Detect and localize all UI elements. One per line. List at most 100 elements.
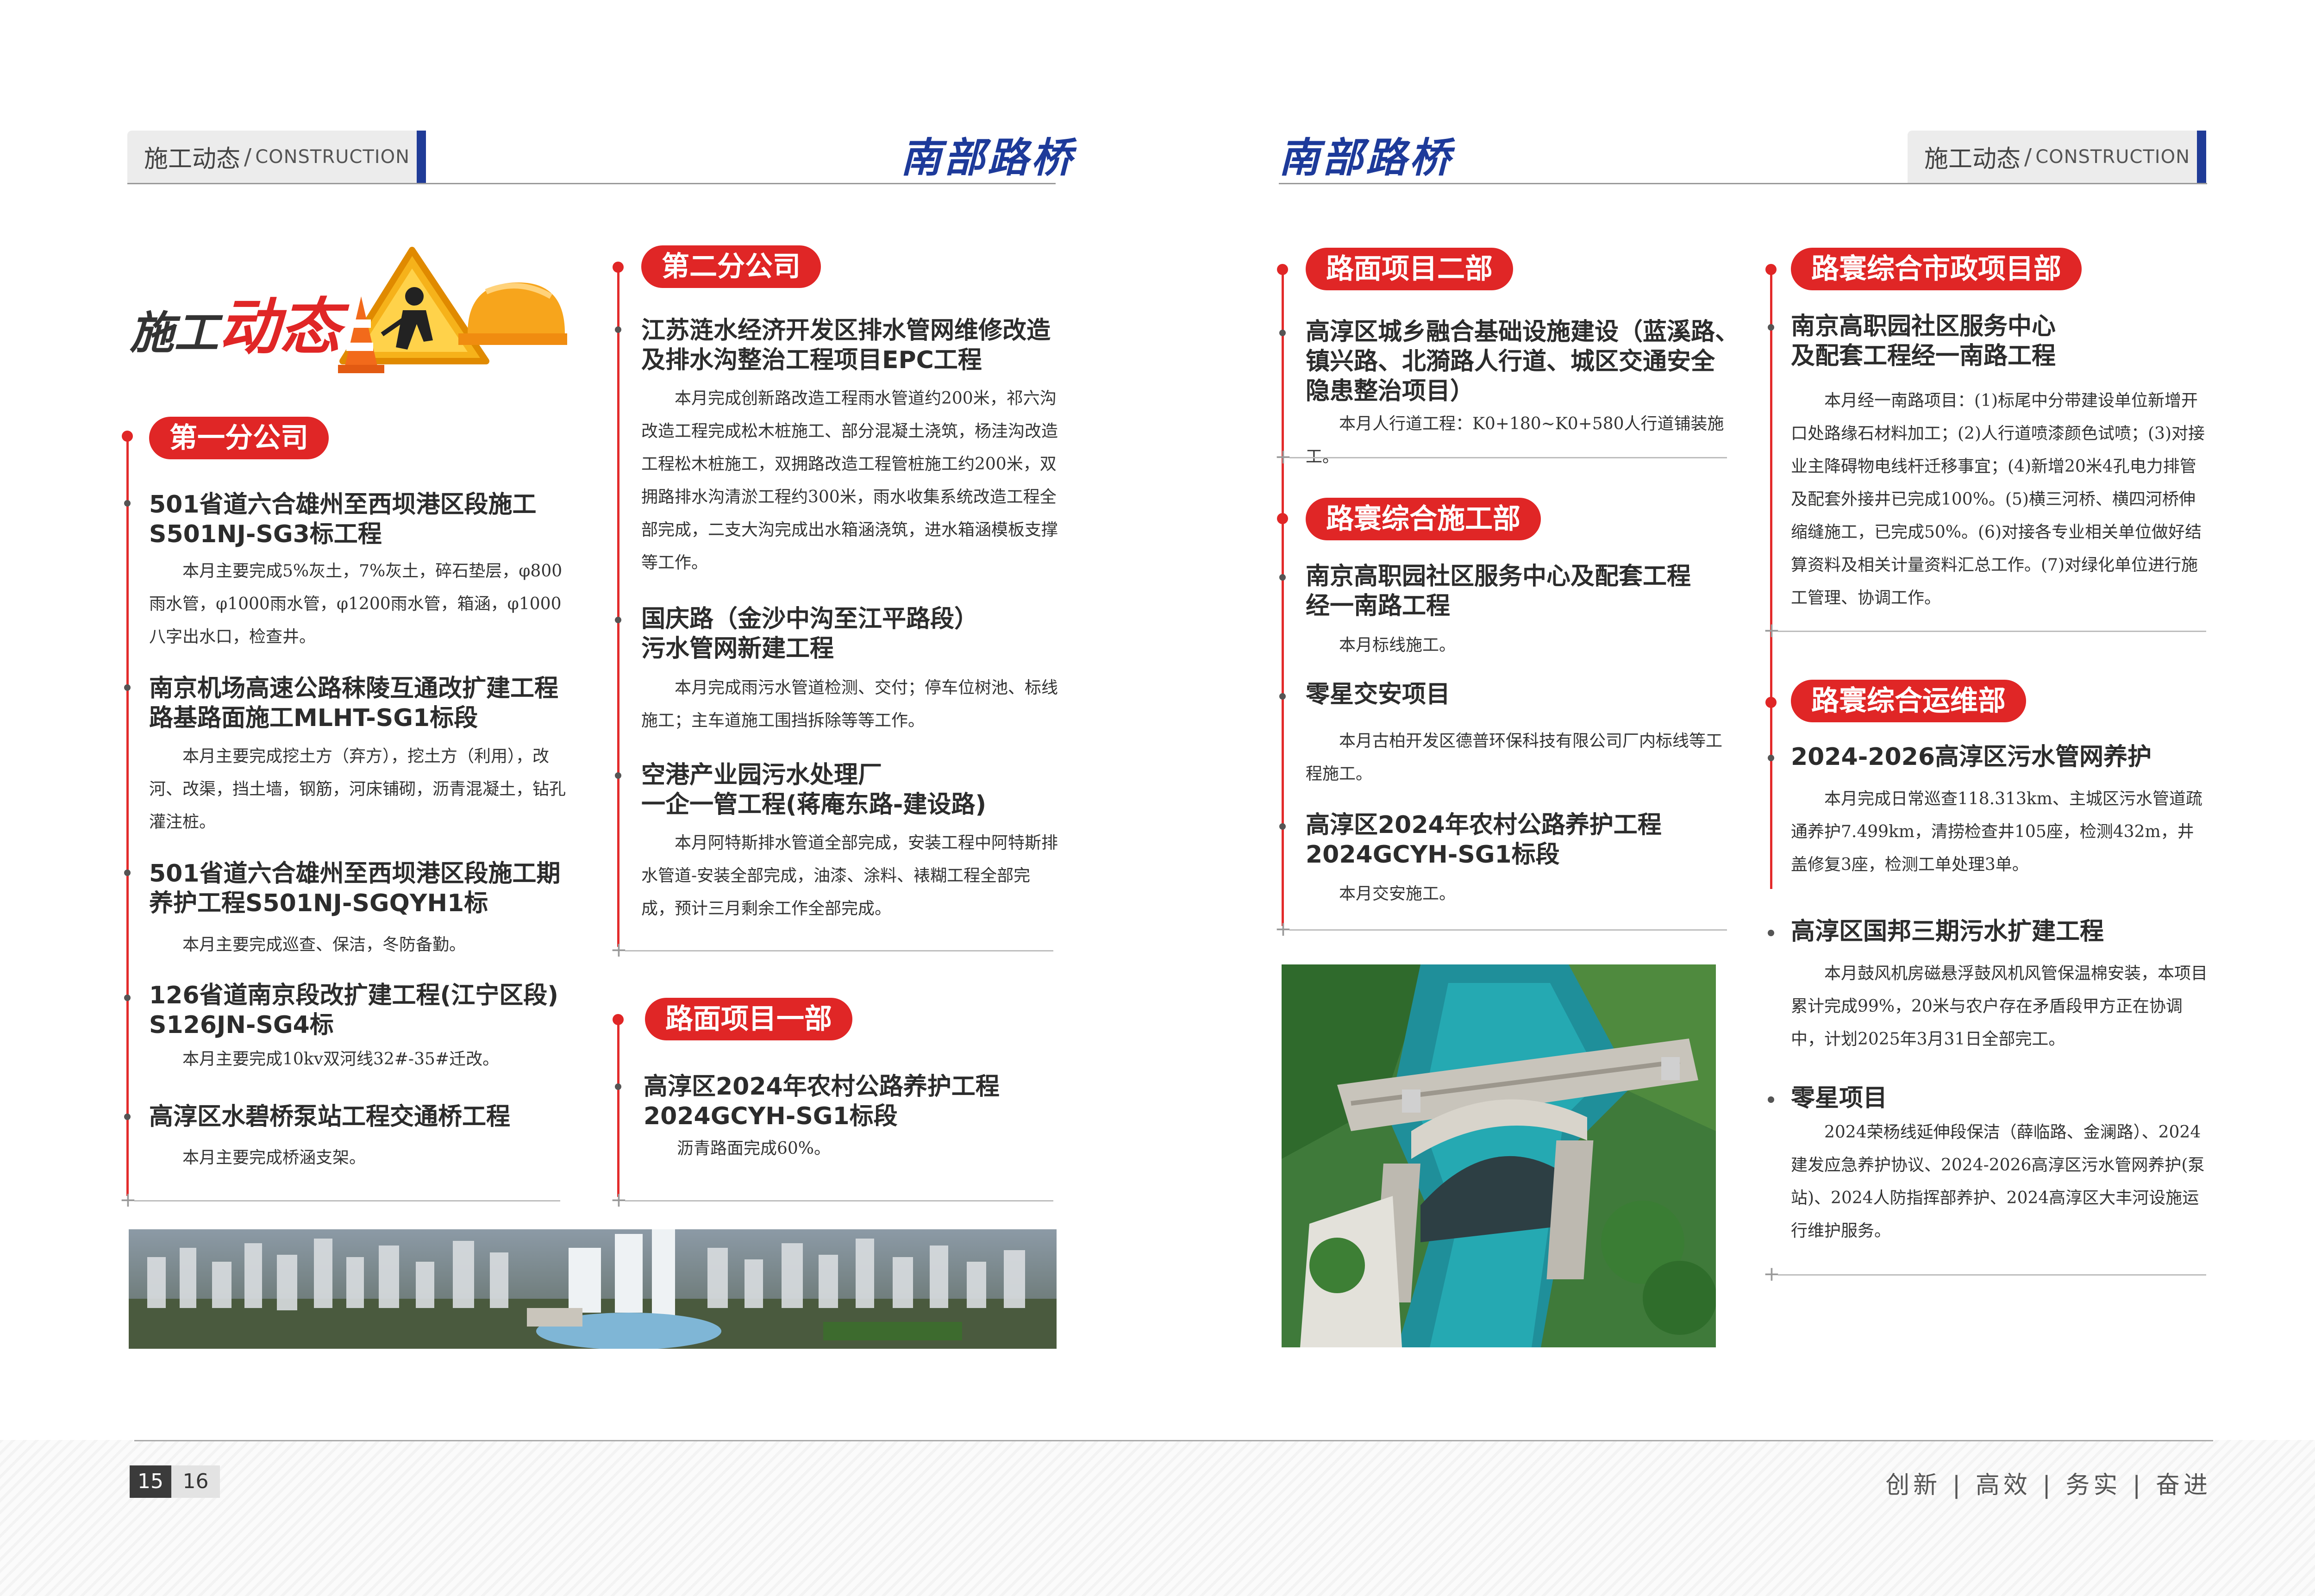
project-desc: 本月主要完成5%灰土，7%灰土，碎石垫层，φ800雨水管，φ1000雨水管，φ1… — [149, 562, 563, 646]
timeline-red-dot — [1277, 513, 1288, 524]
project-desc: 本月鼓风机房磁悬浮鼓风机风管保温棉安装，本项目累计完成99%，20米与农户存在矛… — [1791, 964, 2208, 1049]
timeline-dot — [615, 326, 621, 333]
column-end-rule — [1289, 457, 1727, 458]
dept-badge-integrated: 路寰综合施工部 — [1306, 498, 1541, 540]
timeline-dot — [615, 617, 621, 623]
tab-accent-bar — [417, 131, 426, 183]
title-part-1: 施工 — [130, 307, 219, 359]
section-tab-right: 施工动态 / CONSTRUCTION — [1908, 131, 2204, 183]
project-desc: 本月完成创新路改造工程雨水管道约200米，祁六沟改造工程完成松木桩施工、部分混凝… — [641, 389, 1058, 572]
timeline-dot — [124, 500, 131, 507]
timeline-dot — [615, 772, 621, 779]
brand-logo-right: 南部路桥 — [1279, 133, 1453, 182]
project-title: 南京机场高速公路秣陵互通改扩建工程 路基路面施工MLHT-SG1标段 — [149, 675, 559, 732]
timeline-line — [126, 433, 129, 1196]
timeline-dot — [1279, 330, 1286, 336]
timeline-red-dot — [1765, 264, 1777, 275]
project-desc: 本月古柏开发区德普环保科技有限公司厂内标线等工程施工。 — [1306, 732, 1723, 783]
timeline-dot — [1279, 693, 1286, 700]
footer-background — [0, 1440, 2315, 1596]
timeline-dot — [124, 1114, 131, 1120]
timeline-red-dot — [613, 1014, 624, 1025]
section-name-cn: 施工动态 — [1924, 145, 2021, 173]
project-desc: 本月阿特斯排水管道全部完成，安装工程中阿特斯排水管道-安装全部完成，油漆、涂料、… — [641, 833, 1058, 918]
project-desc: 本月主要完成巡查、保洁，冬防备勤。 — [182, 935, 466, 954]
column-end-rule — [625, 950, 1053, 951]
project-title: 零星项目 — [1791, 1084, 1888, 1112]
construction-icon — [338, 247, 567, 373]
column-end-rule — [1289, 929, 1727, 931]
project-desc: 本月标线施工。 — [1339, 636, 1456, 655]
timeline-red-dot — [122, 431, 133, 442]
timeline-dot — [124, 870, 131, 876]
project-desc: 2024荣杨线延伸段保洁（薛临路、金澜路）、2024建发应急养护协议、2024-… — [1791, 1123, 2205, 1240]
column-end-rule — [1778, 1274, 2206, 1276]
column-end-rule — [134, 1200, 560, 1202]
dept-badge-road-2: 路面项目二部 — [1306, 248, 1513, 290]
section-tab-left: 施工动态 / CONSTRUCTION — [127, 131, 424, 183]
timeline-dot — [124, 995, 131, 1001]
project-desc: 沥青路面完成60%。 — [677, 1139, 831, 1158]
timeline-line — [617, 266, 619, 947]
timeline-line — [617, 1019, 619, 1197]
header-rule-right — [1279, 183, 2207, 184]
project-title: 501省道六合雄州至西坝港区段施工期 养护工程S501NJ-SGQYH1标 — [149, 860, 561, 917]
page-title: 施工动态 — [130, 278, 341, 366]
project-desc: 本月主要完成桥涵支架。 — [182, 1148, 366, 1167]
project-title: 江苏涟水经济开发区排水管网维修改造 及排水沟整治工程项目EPC工程 — [641, 317, 1051, 374]
project-title: 高淳区国邦三期污水扩建工程 — [1791, 918, 2104, 945]
dept-badge-road-1: 路面项目一部 — [645, 998, 852, 1040]
project-title: 南京高职园社区服务中心及配套工程 经一南路工程 — [1306, 563, 1691, 620]
project-title: 高淳区2024年农村公路养护工程 2024GCYH-SG1标段 — [644, 1073, 1000, 1130]
timeline-line — [1770, 269, 1772, 889]
company-badge-1: 第一分公司 — [149, 417, 329, 459]
brand-logo-left: 南部路桥 — [901, 133, 1075, 182]
timeline-red-dot — [1277, 264, 1288, 275]
section-separator: / — [2024, 144, 2032, 170]
timeline-dot — [615, 1083, 621, 1090]
dept-badge-municipal: 路寰综合市政项目部 — [1791, 248, 2082, 290]
project-title: 南京高职园社区服务中心 及配套工程经一南路工程 — [1791, 313, 2056, 370]
project-title: 高淳区城乡融合基础设施建设（蓝溪路、 镇兴路、北漪路人行道、城区交通安全 隐患整… — [1306, 318, 1739, 405]
timeline-dot — [1768, 755, 1774, 761]
project-desc: 本月主要完成10kv双河线32#-35#迁改。 — [182, 1050, 500, 1069]
project-title: 高淳区2024年农村公路养护工程 2024GCYH-SG1标段 — [1306, 811, 1662, 869]
project-desc: 本月主要完成挖土方（弃方），挖土方（利用），改河、改渠，挡土墙，钢筋，河床铺砌，… — [149, 747, 566, 832]
timeline-dot — [1768, 930, 1774, 936]
section-name-en: CONSTRUCTION — [255, 146, 410, 168]
timeline-red-dot — [613, 262, 624, 273]
project-desc: 本月经一南路项目：(1)标尾中分带建设单位新增开口处路缘石材料加工；(2)人行道… — [1791, 391, 2205, 607]
footer-slogan: 创新 | 高效 | 务实 | 奋进 — [1885, 1471, 2211, 1499]
dept-badge-maintenance: 路寰综合运维部 — [1791, 680, 2026, 722]
project-title: 国庆路（金沙中沟至江平路段） 污水管网新建工程 — [641, 605, 979, 663]
column-end-rule — [1778, 631, 2206, 632]
timeline-red-dot — [1765, 697, 1777, 708]
page-number-left: 15 — [130, 1465, 171, 1498]
project-desc: 本月交安施工。 — [1339, 884, 1456, 903]
section-separator: / — [244, 144, 252, 170]
section-name-en: CONSTRUCTION — [2035, 146, 2190, 168]
timeline-dot — [1279, 823, 1286, 830]
bridge-aerial-photo — [1282, 964, 1716, 1347]
project-title: 501省道六合雄州至西坝港区段施工 S501NJ-SG3标工程 — [149, 491, 537, 548]
project-title: 空港产业园污水处理厂 一企一管工程(蒋庵东路-建设路) — [641, 761, 987, 819]
page-number-right: 16 — [171, 1465, 220, 1498]
project-title: 高淳区水碧桥泵站工程交通桥工程 — [149, 1103, 511, 1131]
project-desc: 本月人行道工程：K0+180~K0+580人行道铺装施工。 — [1306, 414, 1724, 466]
timeline-dot — [1279, 574, 1286, 581]
section-name-cn: 施工动态 — [144, 145, 241, 173]
tab-accent-bar — [2197, 131, 2206, 183]
project-title: 126省道南京段改扩建工程(江宁区段) S126JN-SG4标 — [149, 982, 559, 1039]
footer-rule — [134, 1440, 2213, 1441]
city-aerial-photo — [129, 1229, 1057, 1349]
project-desc: 本月完成日常巡查118.313km、主城区污水管道疏通养护7.499km，清捞检… — [1791, 789, 2202, 874]
project-title: 2024-2026高淳区污水管网养护 — [1791, 743, 2152, 771]
timeline-dot — [1768, 324, 1774, 331]
column-end-rule — [625, 1200, 1053, 1202]
company-badge-2: 第二分公司 — [641, 245, 821, 288]
project-desc: 本月完成雨污水管道检测、交付；停车位树池、标线施工；主车道施工围挡拆除等等工作。 — [641, 678, 1058, 730]
timeline-dot — [124, 684, 131, 691]
project-title: 零星交安项目 — [1306, 681, 1451, 708]
title-part-2: 动态 — [219, 291, 341, 363]
timeline-dot — [1768, 1096, 1774, 1103]
